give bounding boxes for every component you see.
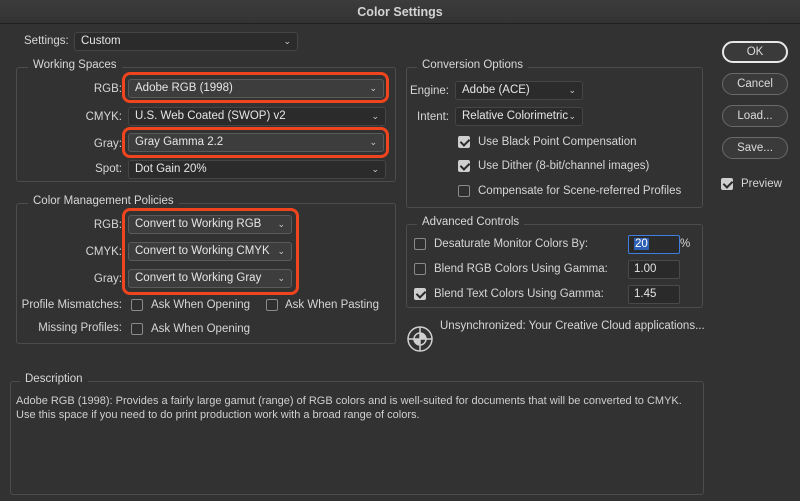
load-button[interactable]: Load...: [722, 105, 788, 127]
ws-gray-value: Gray Gamma 2.2: [135, 136, 224, 148]
pol-gray-dropdown[interactable]: Convert to Working Gray ⌄: [128, 269, 292, 288]
ws-rgb-label: RGB:: [93, 83, 122, 95]
scene-label: Compensate for Scene-referred Profiles: [478, 185, 682, 197]
mismatch-pasting-checkbox[interactable]: [266, 299, 278, 311]
engine-dropdown[interactable]: Adobe (ACE) ⌄: [455, 81, 583, 100]
settings-value: Custom: [81, 35, 121, 47]
desaturate-checkbox[interactable]: [414, 238, 426, 250]
pol-gray-label: Gray:: [93, 273, 122, 285]
mismatch-pasting-label: Ask When Pasting: [285, 299, 379, 311]
ws-gray-dropdown[interactable]: Gray Gamma 2.2 ⌄: [128, 133, 384, 152]
conversion-title: Conversion Options: [417, 59, 528, 71]
settings-dropdown[interactable]: Custom ⌄: [74, 32, 298, 51]
chevron-down-icon: ⌄: [568, 111, 576, 121]
blend-text-input[interactable]: 1.45: [628, 285, 680, 304]
blend-text-label: Blend Text Colors Using Gamma:: [434, 288, 604, 300]
advanced-title: Advanced Controls: [417, 216, 525, 228]
pol-cmyk-dropdown[interactable]: Convert to Working CMYK ⌄: [128, 242, 292, 261]
pol-rgb-value: Convert to Working RGB: [135, 218, 262, 230]
missing-label: Missing Profiles:: [38, 322, 122, 334]
pol-rgb-label: RGB:: [93, 219, 122, 231]
missing-opening-checkbox[interactable]: [131, 323, 143, 335]
intent-dropdown[interactable]: Relative Colorimetric ⌄: [455, 107, 583, 126]
preview-label: Preview: [741, 178, 782, 190]
engine-label: Engine:: [409, 85, 449, 97]
pol-cmyk-label: CMYK:: [85, 246, 122, 258]
mismatch-label: Profile Mismatches:: [21, 299, 122, 311]
chevron-down-icon: ⌄: [371, 164, 379, 174]
ws-spot-value: Dot Gain 20%: [135, 163, 207, 175]
ok-button[interactable]: OK: [722, 41, 788, 63]
chevron-down-icon: ⌄: [277, 246, 285, 256]
engine-value: Adobe (ACE): [462, 84, 530, 96]
policies-title: Color Management Policies: [28, 195, 179, 207]
chevron-down-icon: ⌄: [283, 36, 291, 46]
mismatch-opening-label: Ask When Opening: [151, 299, 251, 311]
pol-rgb-dropdown[interactable]: Convert to Working RGB ⌄: [128, 215, 292, 234]
ws-rgb-value: Adobe RGB (1998): [135, 82, 233, 94]
chevron-down-icon: ⌄: [568, 85, 576, 95]
blend-rgb-checkbox[interactable]: [414, 263, 426, 275]
desaturate-label: Desaturate Monitor Colors By:: [434, 238, 589, 250]
intent-label: Intent:: [417, 111, 449, 123]
blend-rgb-input[interactable]: 1.00: [628, 260, 680, 279]
description-line-2: Use this space if you need to do print p…: [16, 409, 420, 421]
cancel-button[interactable]: Cancel: [722, 73, 788, 95]
chevron-down-icon: ⌄: [371, 111, 379, 121]
window-title: Color Settings: [0, 0, 800, 24]
blend-rgb-label: Blend RGB Colors Using Gamma:: [434, 263, 608, 275]
black-point-checkbox[interactable]: [458, 136, 470, 148]
pol-gray-value: Convert to Working Gray: [135, 272, 262, 284]
desaturate-value: 20: [634, 238, 649, 250]
chevron-down-icon: ⌄: [277, 219, 285, 229]
ws-cmyk-dropdown[interactable]: U.S. Web Coated (SWOP) v2 ⌄: [128, 107, 386, 126]
dither-checkbox[interactable]: [458, 160, 470, 172]
description-line-1: Adobe RGB (1998): Provides a fairly larg…: [16, 395, 682, 407]
working-spaces-title: Working Spaces: [28, 59, 122, 71]
intent-value: Relative Colorimetric: [462, 110, 569, 122]
desaturate-input[interactable]: 20: [628, 235, 680, 254]
ws-cmyk-label: CMYK:: [85, 111, 122, 123]
preview-checkbox[interactable]: [721, 178, 733, 190]
chevron-down-icon: ⌄: [369, 83, 377, 93]
sync-status-text: Unsynchronized: Your Creative Cloud appl…: [440, 320, 705, 332]
chevron-down-icon: ⌄: [277, 273, 285, 283]
save-button[interactable]: Save...: [722, 137, 788, 159]
ws-gray-label: Gray:: [93, 138, 122, 150]
ws-rgb-dropdown[interactable]: Adobe RGB (1998) ⌄: [128, 79, 384, 98]
missing-opening-label: Ask When Opening: [151, 323, 251, 335]
ws-spot-dropdown[interactable]: Dot Gain 20% ⌄: [128, 160, 386, 179]
mismatch-opening-checkbox[interactable]: [131, 299, 143, 311]
settings-label: Settings:: [24, 35, 69, 47]
ws-spot-label: Spot:: [95, 163, 122, 175]
sync-status-icon: [406, 325, 434, 353]
dither-label: Use Dither (8-bit/channel images): [478, 160, 650, 172]
scene-checkbox[interactable]: [458, 185, 470, 197]
blend-text-checkbox[interactable]: [414, 288, 426, 300]
description-title: Description: [20, 373, 88, 385]
desaturate-unit: %: [680, 238, 691, 250]
chevron-down-icon: ⌄: [369, 137, 377, 147]
pol-cmyk-value: Convert to Working CMYK: [135, 245, 270, 257]
ws-cmyk-value: U.S. Web Coated (SWOP) v2: [135, 110, 286, 122]
black-point-label: Use Black Point Compensation: [478, 136, 637, 148]
